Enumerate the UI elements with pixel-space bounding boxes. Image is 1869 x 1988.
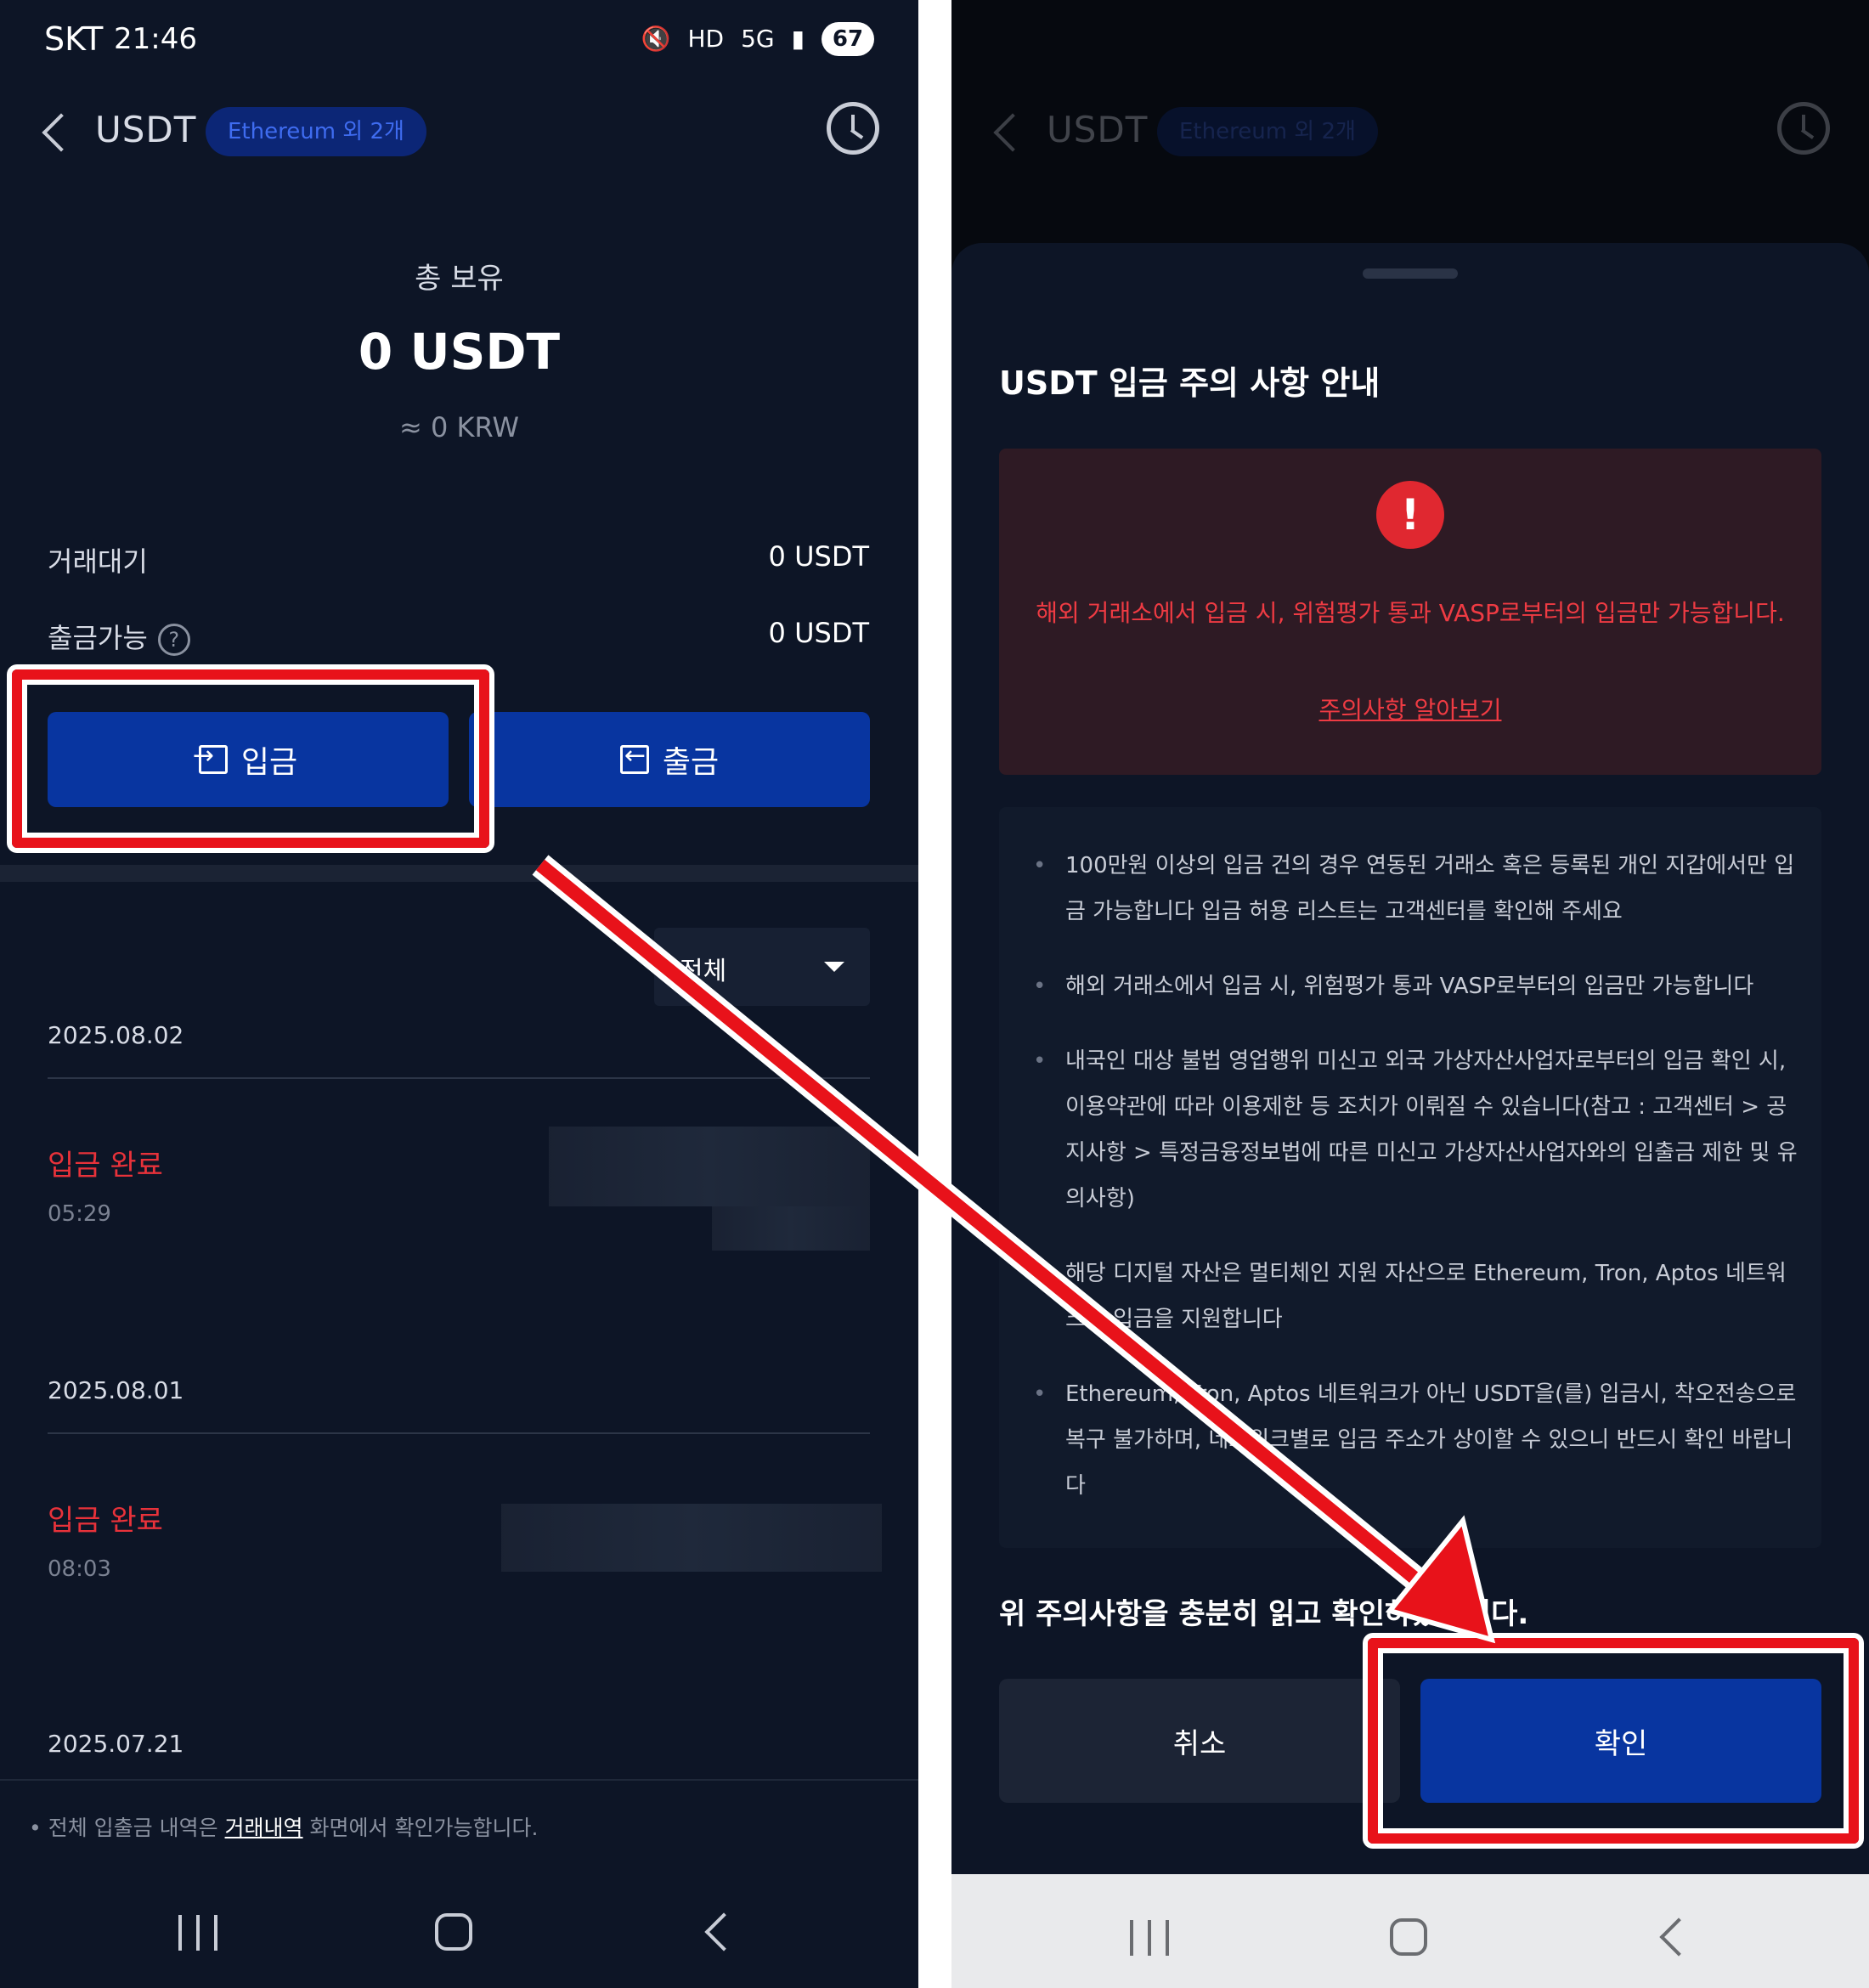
- nav-back-icon[interactable]: [1659, 1917, 1698, 1957]
- notice-item: Ethereum, Tron, Aptos 네트워크가 아닌 USDT을(를) …: [1033, 1371, 1798, 1509]
- recent-apps-icon[interactable]: [178, 1915, 217, 1951]
- status-icons: 🔇 HD 5G ▮ 67: [641, 22, 874, 56]
- filter-dropdown[interactable]: 전체: [654, 928, 870, 1006]
- notice-list: 100만원 이상의 입금 건의 경우 연동된 거래소 혹은 등록된 개인 지갑에…: [1033, 843, 1798, 1538]
- warning-link[interactable]: 주의사항 알아보기: [999, 692, 1821, 726]
- back-icon[interactable]: [34, 107, 76, 158]
- withdraw-button[interactable]: 출금: [469, 712, 870, 807]
- divider: [48, 1432, 870, 1434]
- nav-back-icon[interactable]: [704, 1912, 743, 1951]
- recent-apps-icon[interactable]: [1130, 1920, 1169, 1956]
- hd-voice-icon: HD: [687, 25, 725, 53]
- cancel-button[interactable]: 취소: [999, 1679, 1400, 1803]
- page-title: USDT: [1047, 109, 1149, 150]
- confirm-text: 위 주의사항을 충분히 읽고 확인하였습니다.: [999, 1597, 1529, 1631]
- date-header: 2025.08.01: [48, 1376, 184, 1404]
- back-icon: [985, 107, 1028, 158]
- page-title: USDT: [95, 109, 197, 150]
- footer-prefix: 전체 입출금 내역은: [48, 1816, 225, 1840]
- warning-text: 해외 거래소에서 입금 시, 위험평가 통과 VASP로부터의 입금만 가능합니…: [1036, 599, 1785, 627]
- bottom-sheet: USDT 입금 주의 사항 안내 ! 해외 거래소에서 입금 시, 위험평가 통…: [951, 243, 1869, 1874]
- home-icon[interactable]: [1390, 1918, 1427, 1956]
- system-nav-bar: [951, 1874, 1869, 1988]
- home-icon[interactable]: [435, 1913, 472, 1951]
- withdrawable-label: 출금가능: [48, 622, 148, 654]
- highlight-box-deposit: [12, 669, 489, 848]
- tx-time: 05:29: [48, 1201, 111, 1227]
- highlight-box-confirm: [1368, 1638, 1859, 1844]
- alert-icon: !: [1376, 481, 1444, 549]
- pending-value: 0 USDT: [768, 540, 869, 573]
- dialog-title: USDT 입금 주의 사항 안내: [999, 364, 1381, 402]
- history-icon[interactable]: [827, 102, 879, 155]
- caret-down-icon: [824, 962, 844, 972]
- notice-item: 내국인 대상 불법 영업행위 미신고 외국 가상자산사업자로부터의 입금 확인 …: [1033, 1038, 1798, 1222]
- notice-item: 해외 거래소에서 입금 시, 위험평가 통과 VASP로부터의 입금만 가능합니…: [1033, 963, 1798, 1009]
- help-icon[interactable]: ?: [157, 624, 190, 656]
- wallet-screen: SKT 21:46 🔇 HD 5G ▮ 67 USDT Ethereum 외 2…: [0, 0, 918, 1988]
- notice-item: 해당 디지털 자산은 멀티체인 지원 자산으로 Ethereum, Tron, …: [1033, 1251, 1798, 1342]
- history-link[interactable]: 거래내역: [225, 1816, 303, 1840]
- balance-label: 총 보유: [415, 262, 504, 296]
- pending-label: 거래대기: [48, 545, 148, 578]
- withdrawable-value: 0 USDT: [768, 617, 869, 649]
- signal-icon: ▮: [791, 25, 805, 53]
- app-header: USDT Ethereum 외 2개: [0, 95, 918, 163]
- tx-status[interactable]: 입금 완료: [48, 1497, 163, 1539]
- notice-box: 100만원 이상의 입금 건의 경우 연동된 거래소 혹은 등록된 개인 지갑에…: [999, 807, 1821, 1548]
- carrier-label: SKT: [44, 20, 104, 58]
- divider: [48, 1077, 870, 1079]
- balance-krw: ≈ 0 KRW: [398, 411, 520, 443]
- withdraw-icon: [619, 741, 649, 774]
- withdraw-label: 출금: [662, 745, 720, 780]
- tx-time: 08:03: [48, 1556, 111, 1582]
- clock: 21:46: [114, 22, 197, 56]
- notice-item: 100만원 이상의 입금 건의 경우 연동된 거래소 혹은 등록된 개인 지갑에…: [1033, 843, 1798, 935]
- section-divider: [0, 865, 918, 882]
- sheet-handle[interactable]: [1363, 268, 1458, 279]
- deposit-notice-screen: USDT Ethereum 외 2개 USDT 입금 주의 사항 안내 ! 해외…: [951, 0, 1869, 1988]
- system-nav-bar: [0, 1869, 918, 1988]
- history-icon: [1777, 102, 1830, 155]
- warning-box: ! 해외 거래소에서 입금 시, 위험평가 통과 VASP로부터의 입금만 가능…: [999, 449, 1821, 775]
- footer-suffix: 화면에서 확인가능합니다.: [302, 1816, 539, 1840]
- tx-status[interactable]: 입금 완료: [48, 1142, 163, 1183]
- battery-icon: 67: [822, 22, 874, 56]
- footer-note: • 전체 입출금 내역은 거래내역 화면에서 확인가능합니다.: [29, 1816, 539, 1840]
- withdrawable-label-row: 출금가능?: [48, 617, 190, 656]
- dimmed-header: USDT Ethereum 외 2개: [951, 95, 1869, 163]
- filter-selected: 전체: [680, 957, 727, 986]
- footer-divider: [0, 1779, 918, 1781]
- blurred-amount: [549, 1127, 870, 1206]
- blurred-amount: [501, 1504, 882, 1572]
- 5g-icon: 5G: [741, 25, 775, 53]
- network-badge[interactable]: Ethereum 외 2개: [206, 107, 426, 156]
- status-bar: SKT 21:46 🔇 HD 5G ▮ 67: [0, 0, 918, 85]
- mute-icon: 🔇: [641, 25, 671, 53]
- balance-amount: 0 USDT: [358, 323, 561, 381]
- date-header: 2025.07.21: [48, 1730, 184, 1758]
- network-badge: Ethereum 외 2개: [1157, 107, 1378, 156]
- blurred-amount-sub: [712, 1206, 870, 1251]
- date-header: 2025.08.02: [48, 1021, 184, 1049]
